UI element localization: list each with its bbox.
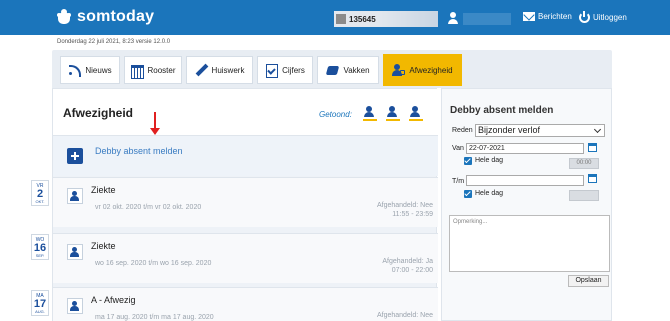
date-month: OKT. [35,199,45,204]
to-date-input[interactable] [466,175,584,186]
redacted-username[interactable] [463,13,511,25]
absence-status: Afgehandeld: Ja 07:00 - 22:00 [343,257,433,275]
to-label: T/m [452,178,465,185]
status-text: Afgehandeld: Nee [376,202,433,209]
pen-icon [195,64,208,76]
absence-status: Afgehandeld: Nee [343,311,433,320]
page-title: Afwezigheid [63,106,134,120]
status-text: Afgehandeld: Nee [376,312,433,319]
reason-label: Reden [452,127,473,134]
absence-reason: A - Afwezig [91,295,136,305]
rss-icon [68,64,82,77]
red-arrow-annotation [150,112,160,135]
logout-label: Uitloggen [593,13,627,22]
tab-label: Vakken [343,65,370,75]
absence-item[interactable]: A - Afwezig ma 17 aug. 2020 t/m ma 17 au… [53,287,438,321]
tab-label: Cijfers [282,65,305,75]
remark-textarea[interactable]: Opmerking... [449,215,610,272]
to-calendar-icon[interactable] [588,174,597,183]
from-label: Van [452,145,464,152]
student-id-box: 135645 [334,11,438,27]
tab-bar: Nieuws Rooster Huiswerk Cijfers Vakken A… [52,50,612,88]
reason-select[interactable]: Bijzonder verlof [475,124,605,137]
tab-huiswerk[interactable]: Huiswerk [186,56,253,84]
person-icon [67,298,83,314]
tab-vakken[interactable]: Vakken [317,56,379,84]
tab-rooster[interactable]: Rooster [124,56,182,84]
tab-label: Huiswerk [211,65,245,75]
absence-item[interactable]: Ziekte wo 16 sep. 2020 t/m wo 16 sep. 20… [53,233,438,283]
somtoday-logo[interactable]: somtoday [56,8,154,26]
messages-label: Berichten [538,12,572,21]
absence-header: Afwezigheid Getoond: [53,89,438,135]
student-photo [336,14,346,24]
status-time: 11:55 - 23:59 [392,211,433,218]
from-whole-day-label: Hele dag [475,157,504,164]
absence-reason: Ziekte [91,241,116,251]
somtoday-logo-icon [56,9,72,25]
save-button[interactable]: Opslaan [568,275,609,287]
tab-label: Rooster [147,65,176,75]
calendar-icon [130,64,145,79]
tab-cijfers[interactable]: Cijfers [257,56,313,84]
to-whole-day-label: Hele dag [475,190,504,197]
redacted-name [378,11,438,27]
absence-status: Afgehandeld: Nee 11:55 - 23:59 [343,201,433,219]
tab-label: Afwezigheid [409,65,453,75]
to-whole-day-checkbox[interactable] [464,190,472,198]
date-day: 17 [33,298,47,310]
brand-name: somtoday [77,8,155,25]
messages-link[interactable]: Berichten [523,12,572,21]
absence-item[interactable]: Ziekte vr 02 okt. 2020 t/m vr 02 okt. 20… [53,177,438,227]
absence-panel: Afwezigheid Getoond: Debby absent melden… [52,88,438,321]
absence-period: vr 02 okt. 2020 t/m vr 02 okt. 2020 [95,204,202,211]
date-badge: WO 16 SEP. [31,234,49,260]
status-time: 07:00 - 22:00 [391,267,433,274]
filter-type-1-icon[interactable] [363,105,377,121]
date-day: 16 [33,242,47,254]
person-badge-icon [392,64,406,76]
top-bar: somtoday 135645 Berichten Uitloggen [0,0,670,35]
form-title: Debby absent melden [450,105,554,116]
absence-period: ma 17 aug. 2020 t/m ma 17 aug. 2020 [95,314,214,321]
person-icon [67,188,83,204]
status-text: Afgehandeld: Ja [382,258,433,265]
date-badge: MA 17 AUG. [31,290,49,316]
books-icon [326,64,339,76]
absence-form-panel: Debby absent melden Reden Bijzonder verl… [441,88,612,321]
date-day: 2 [36,188,44,200]
checklist-icon [265,64,279,78]
absence-period: wo 16 sep. 2020 t/m wo 16 sep. 2020 [95,260,212,267]
add-absence-button[interactable] [67,148,83,164]
absence-reason: Ziekte [91,185,116,195]
filter-type-3-icon[interactable] [409,105,423,121]
power-icon [579,11,590,23]
tab-afwezigheid[interactable]: Afwezigheid [383,54,462,86]
from-date-input[interactable]: 22-07-2021 [466,143,584,154]
from-time-input[interactable]: 00:00 [569,158,599,169]
filter-label: Getoond: [319,110,352,119]
envelope-icon [523,12,535,21]
tab-label: Nieuws [85,65,112,75]
from-calendar-icon[interactable] [588,143,597,152]
person-icon [67,244,83,260]
from-whole-day-checkbox[interactable] [464,157,472,165]
to-time-input[interactable] [569,190,599,201]
user-icon[interactable] [447,12,459,24]
tab-nieuws[interactable]: Nieuws [60,56,120,84]
logout-link[interactable]: Uitloggen [579,11,627,23]
date-badge: VR 2 OKT. [31,180,49,206]
add-absence-row: Debby absent melden [53,135,438,176]
filter-type-2-icon[interactable] [386,105,400,121]
date-version-line: Donderdag 22 juli 2021, 8:23 versie 12.0… [57,39,171,45]
add-absence-link[interactable]: Debby absent melden [95,146,183,156]
student-number: 135645 [349,14,376,24]
